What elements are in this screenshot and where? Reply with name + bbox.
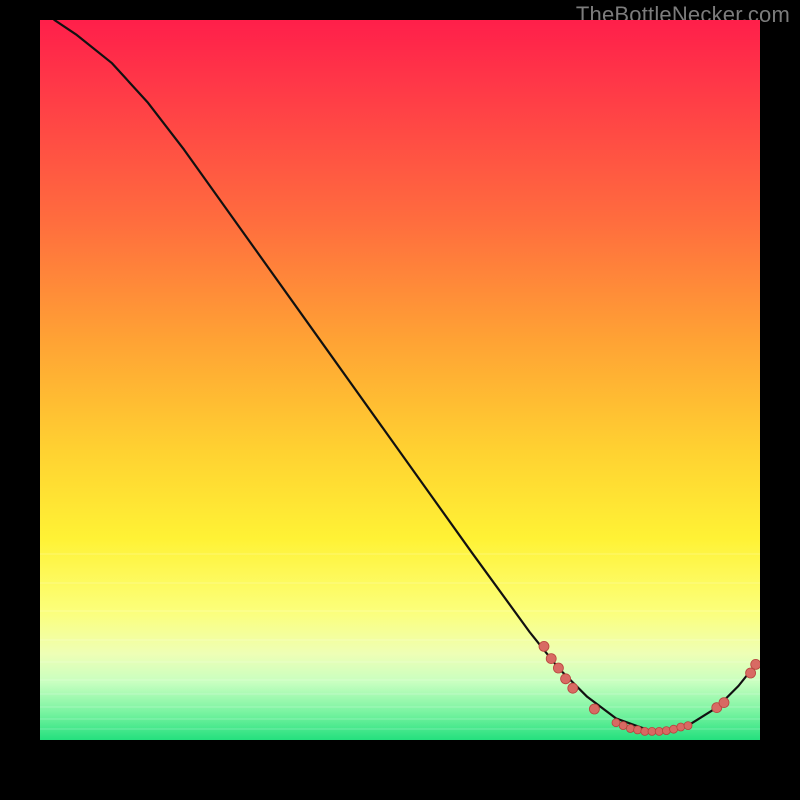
data-marker — [539, 641, 549, 651]
data-marker — [589, 704, 599, 714]
bottleneck-curve — [54, 20, 752, 731]
curve-layer — [40, 20, 760, 740]
plot-area — [40, 20, 760, 740]
data-marker — [553, 663, 563, 673]
data-marker — [719, 698, 729, 708]
data-marker — [546, 654, 556, 664]
data-marker — [655, 727, 663, 735]
data-marker — [677, 723, 685, 731]
data-marker — [568, 683, 578, 693]
data-marker — [561, 674, 571, 684]
data-marker — [626, 725, 634, 733]
data-marker — [684, 722, 692, 730]
chart-stage: TheBottleNecker.com — [0, 0, 800, 800]
data-marker — [641, 727, 649, 735]
data-markers — [539, 641, 760, 735]
data-marker — [619, 722, 627, 730]
data-marker — [612, 719, 620, 727]
data-marker — [634, 726, 642, 734]
data-marker — [670, 725, 678, 733]
data-marker — [751, 659, 760, 669]
data-marker — [648, 727, 656, 735]
data-marker — [662, 727, 670, 735]
